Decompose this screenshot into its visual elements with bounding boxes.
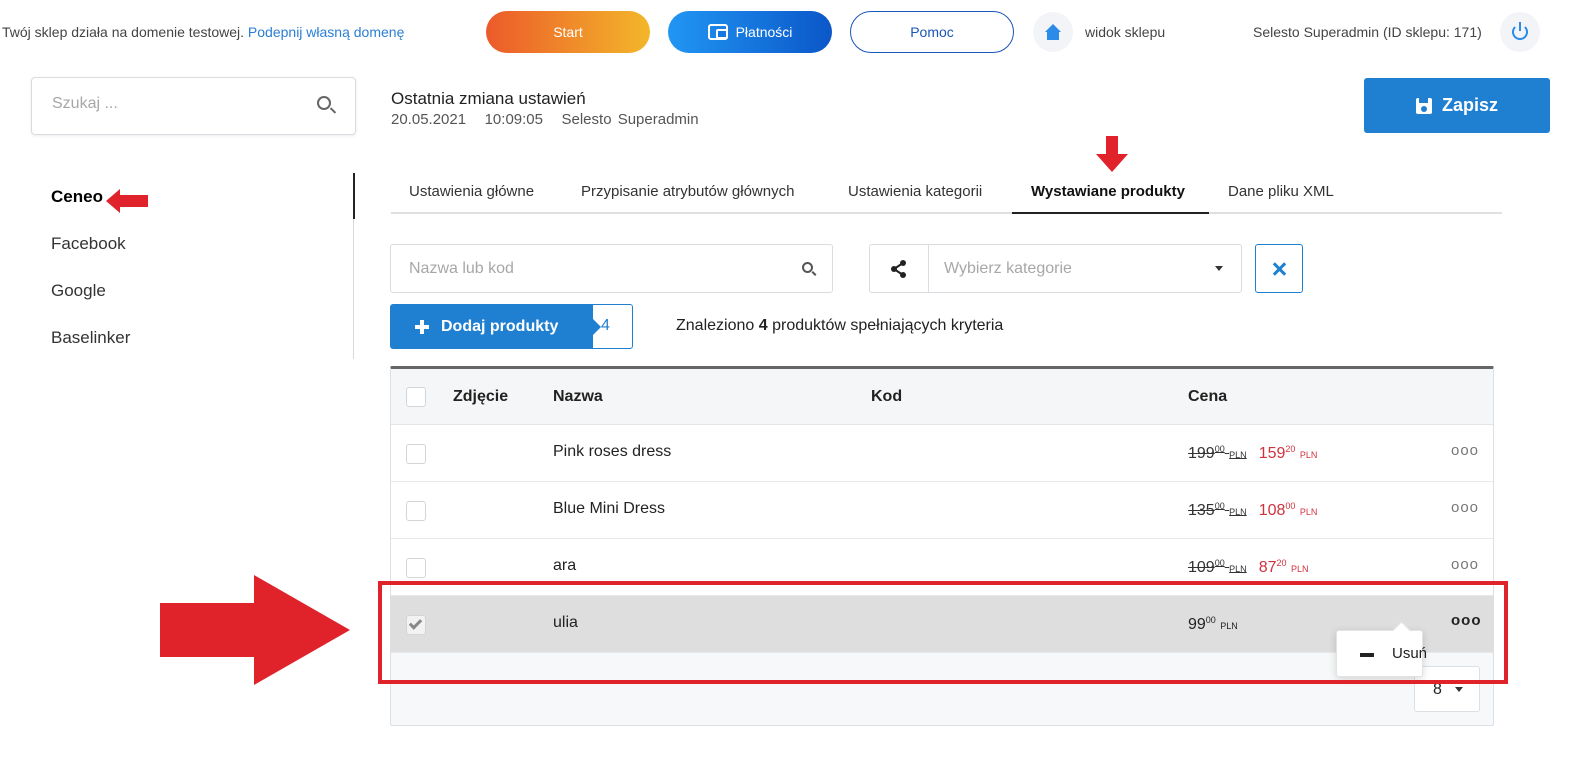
chevron-down-icon: [1455, 687, 1463, 692]
close-icon: [1272, 262, 1286, 276]
name-filter: [390, 244, 833, 293]
floppy-icon: [1415, 97, 1432, 114]
search-icon: [802, 262, 813, 273]
column-name: Nazwa: [553, 388, 603, 405]
row-checkbox[interactable]: [406, 501, 426, 521]
last-change-date: 20.05.2021: [391, 111, 467, 128]
active-tab-underline: [1012, 212, 1209, 214]
last-change-time: 10:09:05: [484, 111, 543, 128]
row-checkbox[interactable]: [406, 558, 426, 578]
results-summary: Znaleziono 4 produktów spełniających kry…: [676, 317, 1003, 335]
column-price: Cena: [1188, 388, 1228, 405]
shop-view-link[interactable]: widok sklepu: [1085, 24, 1165, 40]
help-button[interactable]: Pomoc: [850, 11, 1014, 53]
table-row[interactable]: Blue Mini Dress 13500 PLN 10800 PLN ooo: [391, 482, 1493, 539]
annotation-highlight-box: [378, 581, 1508, 684]
product-name: Blue Mini Dress: [553, 500, 666, 517]
row-menu-icon[interactable]: ooo: [1451, 442, 1479, 459]
results-suffix: produktów spełniających kryteria: [772, 317, 1004, 334]
chevron-down-icon: [1215, 266, 1223, 271]
product-name: ara: [553, 557, 577, 574]
payments-button[interactable]: Płatności: [668, 11, 832, 53]
sidebar-item-ceneo[interactable]: Ceneo: [51, 187, 103, 207]
search-icon[interactable]: [317, 96, 331, 110]
home-icon: [1044, 24, 1062, 40]
old-price: 13500 PLN: [1188, 501, 1247, 519]
annotation-arrow-left: [106, 189, 148, 213]
results-prefix: Znaleziono: [676, 317, 755, 334]
tabs-bar: Ustawienia główne Przypisanie atrybutów …: [391, 168, 1502, 214]
product-price: 13500 PLN 10800 PLN: [1188, 501, 1317, 520]
domain-notice: Twój sklep działa na domenie testowej. P…: [2, 24, 404, 40]
category-placeholder: Wybierz kategorie: [944, 260, 1072, 277]
clear-filters-button[interactable]: [1255, 244, 1303, 293]
last-change-meta: 20.05.2021 10:09:05 Selesto Superadmin: [391, 111, 699, 128]
product-price: 10900 PLN 8720 PLN: [1188, 558, 1308, 577]
wallet-icon: [707, 24, 728, 40]
user-info: Selesto Superadmin (ID sklepu: 171): [1253, 24, 1482, 40]
product-price: 19900 PLN 15920 PLN: [1188, 444, 1317, 463]
power-icon: [1512, 22, 1528, 40]
connect-domain-link[interactable]: Podepnij własną domenę: [248, 24, 404, 40]
start-button[interactable]: Start: [486, 11, 650, 53]
row-checkbox[interactable]: [406, 444, 426, 464]
name-filter-input[interactable]: [409, 260, 789, 278]
old-price: 10900 PLN: [1188, 558, 1247, 576]
top-bar: Twój sklep działa na domenie testowej. P…: [0, 0, 1578, 64]
add-products-main[interactable]: Dodaj produkty: [391, 305, 601, 348]
column-code: Kod: [871, 388, 903, 405]
sidebar-search-input[interactable]: [52, 95, 312, 113]
row-menu-icon[interactable]: ooo: [1451, 556, 1479, 573]
new-price: 10800 PLN: [1258, 501, 1318, 519]
sidebar-item-baselinker[interactable]: Baselinker: [51, 328, 130, 348]
sidebar-active-indicator: [353, 173, 355, 219]
annotation-arrow-down: [1096, 136, 1128, 172]
tab-listed-products[interactable]: Wystawiane produkty: [1031, 183, 1185, 200]
payments-label: Płatności: [735, 24, 793, 40]
save-label: Zapisz: [1441, 95, 1498, 115]
table-header: Zdjęcie Nazwa Kod Cena: [391, 369, 1493, 425]
category-select[interactable]: Wybierz kategorie: [869, 244, 1242, 293]
tab-attribute-mapping[interactable]: Przypisanie atrybutów głównych: [581, 183, 794, 200]
sidebar-item-facebook[interactable]: Facebook: [51, 234, 126, 254]
results-count: 4: [758, 317, 768, 334]
new-price: 8720 PLN: [1258, 558, 1309, 576]
table-row[interactable]: Pink roses dress 19900 PLN 15920 PLN ooo: [391, 425, 1493, 482]
category-tree-button[interactable]: [870, 245, 929, 292]
add-products-button[interactable]: Dodaj produkty 4: [390, 304, 633, 349]
product-name: Pink roses dress: [553, 443, 672, 460]
row-menu-icon[interactable]: ooo: [1451, 499, 1479, 516]
tab-xml-data[interactable]: Dane pliku XML: [1228, 183, 1334, 200]
new-price: 15920 PLN: [1258, 444, 1318, 462]
column-photo: Zdjęcie: [453, 388, 509, 405]
last-change-title: Ostatnia zmiana ustawień: [391, 89, 586, 108]
save-button[interactable]: Zapisz: [1364, 78, 1550, 133]
logout-button[interactable]: [1500, 12, 1540, 52]
share-icon: [891, 260, 906, 278]
select-all-checkbox[interactable]: [406, 387, 426, 407]
tab-category-settings[interactable]: Ustawienia kategorii: [848, 183, 982, 200]
sidebar-search: [31, 77, 356, 135]
add-products-count: 4: [601, 317, 610, 334]
old-price: 19900 PLN: [1188, 444, 1247, 462]
last-change-user: Selesto Superadmin: [561, 111, 699, 128]
domain-notice-text: Twój sklep działa na domenie testowej.: [2, 24, 245, 40]
plus-icon: [415, 319, 429, 334]
annotation-arrow-right: [160, 575, 350, 685]
add-products-label: Dodaj produkty: [441, 317, 559, 335]
tab-main-settings[interactable]: Ustawienia główne: [409, 183, 534, 200]
shop-view-button[interactable]: [1033, 12, 1073, 52]
sidebar-item-google[interactable]: Google: [51, 281, 106, 301]
